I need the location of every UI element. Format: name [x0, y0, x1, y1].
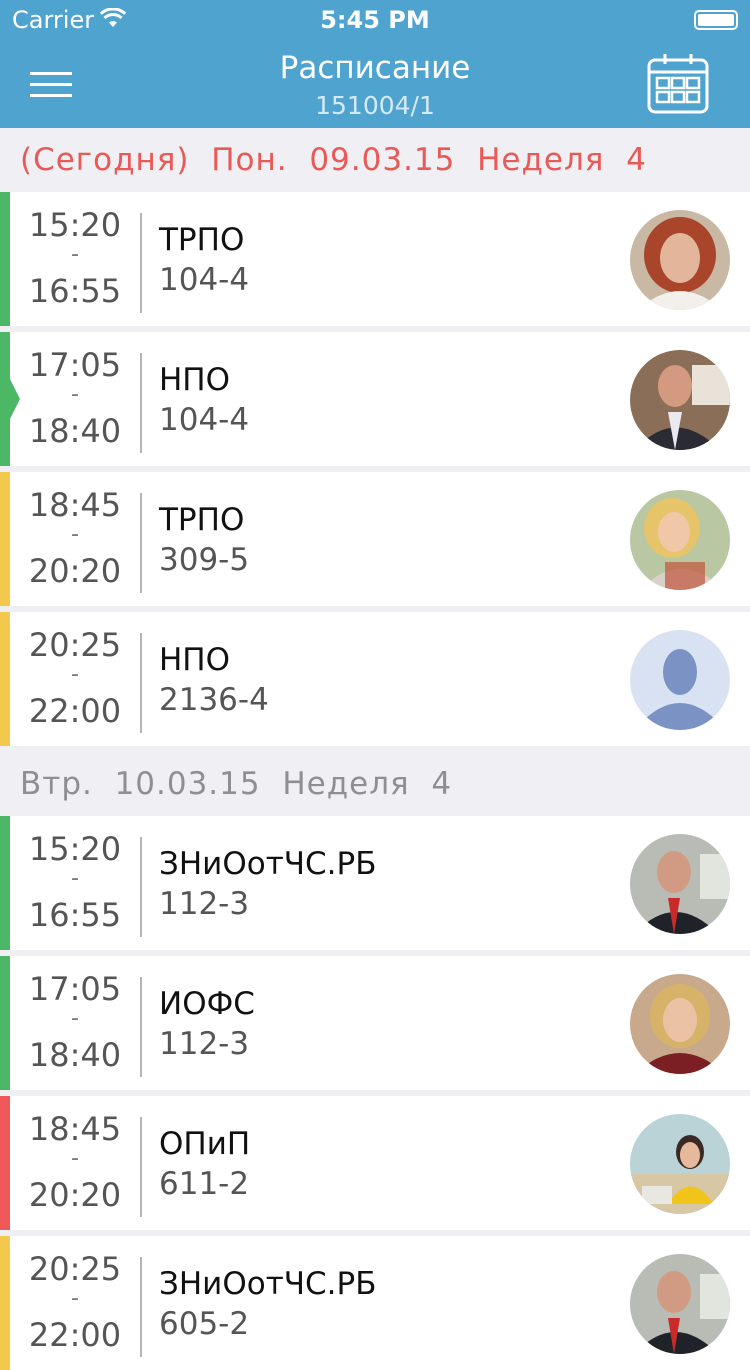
- time-separator: -: [71, 242, 79, 267]
- lesson-row[interactable]: 17:05- 18:40 ИОФС 112-3: [0, 956, 750, 1090]
- status-time: 5:45 PM: [320, 6, 430, 34]
- lesson-status-bar: [0, 192, 10, 326]
- teacher-avatar[interactable]: [630, 834, 730, 934]
- lesson-status-bar: [0, 332, 10, 466]
- lesson-end-time: 18:40: [28, 1036, 122, 1074]
- day-header: (Сегодня) Пон. 09.03.15 Неделя 4: [0, 128, 750, 192]
- status-bar: Carrier 5:45 PM: [0, 0, 750, 40]
- lesson-room: 611-2: [159, 1166, 250, 1202]
- lesson-start-time: 20:25: [28, 626, 122, 664]
- lesson-start-time: 18:45: [28, 486, 122, 524]
- lesson-end-time: 22:00: [28, 692, 122, 730]
- teacher-avatar[interactable]: [630, 1254, 730, 1354]
- row-divider: [140, 213, 142, 313]
- time-separator: -: [71, 866, 79, 891]
- time-separator: -: [71, 1006, 79, 1031]
- row-divider: [140, 493, 142, 593]
- lesson-row[interactable]: 15:20- 16:55 ТРПО 104-4: [0, 192, 750, 326]
- lesson-subject: НПО: [159, 362, 231, 398]
- time-separator: -: [71, 382, 79, 407]
- lesson-start-time: 17:05: [28, 970, 122, 1008]
- lesson-status-bar: [0, 612, 10, 746]
- lesson-row[interactable]: 15:20- 16:55 ЗНиОотЧС.РБ 112-3: [0, 816, 750, 950]
- time-separator: -: [71, 1286, 79, 1311]
- lesson-room: 112-3: [159, 1026, 250, 1062]
- teacher-avatar[interactable]: [630, 210, 730, 310]
- lesson-room: 112-3: [159, 886, 250, 922]
- lesson-subject: ОПиП: [159, 1126, 251, 1162]
- lesson-subject: ИОФС: [159, 986, 255, 1022]
- lesson-room: 309-5: [159, 542, 250, 578]
- page-title: Расписание: [279, 50, 471, 86]
- nav-bar: Carrier 5:45 PM Расписание 151004/1: [0, 0, 750, 128]
- lesson-status-bar: [0, 816, 10, 950]
- row-divider: [140, 1117, 142, 1217]
- day-header-label: Втр. 10.03.15 Неделя 4: [20, 766, 453, 802]
- teacher-avatar[interactable]: [630, 1114, 730, 1214]
- lesson-subject: ЗНиОотЧС.РБ: [159, 846, 377, 882]
- lesson-end-time: 20:20: [28, 552, 122, 590]
- lesson-subject: НПО: [159, 642, 231, 678]
- lesson-row[interactable]: 20:25- 22:00 НПО 2136-4: [0, 612, 750, 746]
- lesson-status-bar: [0, 956, 10, 1090]
- calendar-icon[interactable]: [646, 52, 710, 116]
- time-separator: -: [71, 1146, 79, 1171]
- lesson-room: 104-4: [159, 262, 250, 298]
- lesson-room: 104-4: [159, 402, 250, 438]
- lesson-status-bar: [0, 472, 10, 606]
- lesson-start-time: 15:20: [28, 206, 122, 244]
- lesson-start-time: 18:45: [28, 1110, 122, 1148]
- group-number: 151004/1: [315, 91, 435, 120]
- lesson-row[interactable]: 20:25- 22:00 ЗНиОотЧС.РБ 605-2: [0, 1236, 750, 1370]
- lesson-row[interactable]: 17:05- 18:40 НПО 104-4: [0, 332, 750, 466]
- lesson-row[interactable]: 18:45- 20:20 ОПиП 611-2: [0, 1096, 750, 1230]
- battery-icon: [694, 10, 738, 30]
- lesson-end-time: 20:20: [28, 1176, 122, 1214]
- day-header: Втр. 10.03.15 Неделя 4: [0, 752, 750, 816]
- row-divider: [140, 977, 142, 1077]
- lesson-start-time: 20:25: [28, 1250, 122, 1288]
- lesson-room: 605-2: [159, 1306, 250, 1342]
- lesson-start-time: 17:05: [28, 346, 122, 384]
- teacher-avatar[interactable]: [630, 974, 730, 1074]
- row-divider: [140, 837, 142, 937]
- teacher-avatar[interactable]: [630, 350, 730, 450]
- lesson-subject: ТРПО: [159, 222, 245, 258]
- row-divider: [140, 633, 142, 733]
- lesson-subject: ТРПО: [159, 502, 245, 538]
- lesson-end-time: 18:40: [28, 412, 122, 450]
- lesson-row[interactable]: 18:45- 20:20 ТРПО 309-5: [0, 472, 750, 606]
- lesson-room: 2136-4: [159, 682, 269, 718]
- row-divider: [140, 1257, 142, 1357]
- teacher-avatar[interactable]: [630, 490, 730, 590]
- time-separator: -: [71, 662, 79, 687]
- lesson-subject: ЗНиОотЧС.РБ: [159, 1266, 377, 1302]
- day-header-label: (Сегодня) Пон. 09.03.15 Неделя 4: [20, 142, 647, 178]
- lesson-end-time: 22:00: [28, 1316, 122, 1354]
- lesson-status-bar: [0, 1236, 10, 1370]
- row-divider: [140, 353, 142, 453]
- lesson-status-bar: [0, 1096, 10, 1230]
- time-separator: -: [71, 522, 79, 547]
- lesson-end-time: 16:55: [28, 272, 122, 310]
- lesson-end-time: 16:55: [28, 896, 122, 934]
- lesson-start-time: 15:20: [28, 830, 122, 868]
- teacher-avatar[interactable]: [630, 630, 730, 730]
